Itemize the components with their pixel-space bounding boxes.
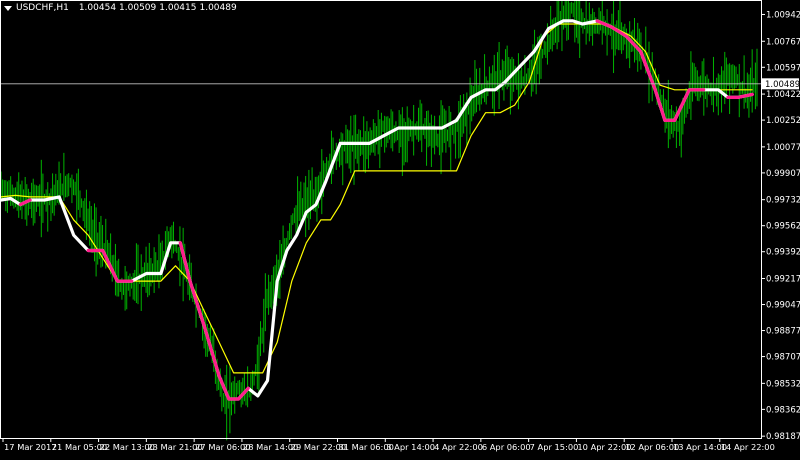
open-value: 1.00454 (78, 3, 117, 13)
x-tick-label: 14 Apr 22:00 (721, 442, 775, 452)
chart-area[interactable]: 1.00942 1.00767 1.00597 1.00422 1.00252 1.000… (0, 0, 800, 456)
y-tick-label: 0.98362 (766, 405, 800, 415)
x-tick-label: 7 Apr 15:00 (530, 442, 579, 452)
dropdown-triangle-icon[interactable] (4, 5, 12, 11)
current-price-tag-label: 1.00489 (765, 80, 800, 90)
y-tick-label: 0.98187 (766, 432, 800, 442)
y-tick-label: 1.00597 (766, 63, 800, 73)
chart-background (0, 0, 800, 456)
x-tick-label: 13 Apr 14:00 (673, 442, 727, 452)
price-chart[interactable]: 1.00942 1.00767 1.00597 1.00422 1.00252 1.000… (0, 0, 800, 456)
y-tick-label: 1.00422 (766, 90, 800, 100)
low-value: 1.00415 (159, 3, 197, 13)
x-tick-label: 3 Apr 14:00 (386, 442, 435, 452)
y-tick-label: 0.99732 (766, 196, 800, 206)
symbol-header: USDCHF,H1 1.00454 1.00509 1.00415 1.0048… (4, 3, 237, 13)
y-tick-label: 0.99907 (766, 169, 800, 179)
x-tick-label: 17 Mar 2017 (4, 442, 57, 452)
close-value: 1.00489 (199, 3, 237, 13)
y-tick-label: 0.99392 (766, 248, 800, 258)
y-tick-label: 0.98532 (766, 379, 800, 389)
y-tick-label: 0.98707 (766, 353, 800, 363)
y-tick-label: 0.99562 (766, 222, 800, 232)
y-tick-label: 1.00252 (766, 116, 800, 126)
y-tick-label: 0.99217 (766, 275, 800, 285)
x-tick-label: 4 Apr 22:00 (434, 442, 483, 452)
x-tick-label: 12 Apr 06:00 (625, 442, 679, 452)
y-tick-label: 0.99047 (766, 301, 800, 311)
x-tick-label: 10 Apr 22:00 (577, 442, 631, 452)
high-value: 1.00509 (119, 3, 157, 13)
y-tick-label: 1.00077 (766, 143, 800, 153)
x-tick-label: 6 Apr 06:00 (482, 442, 531, 452)
y-tick-label: 1.00942 (766, 10, 800, 20)
y-tick-label: 1.00767 (766, 37, 800, 47)
y-tick-label: 0.98877 (766, 327, 800, 337)
symbol-name: USDCHF,H1 (16, 3, 69, 13)
